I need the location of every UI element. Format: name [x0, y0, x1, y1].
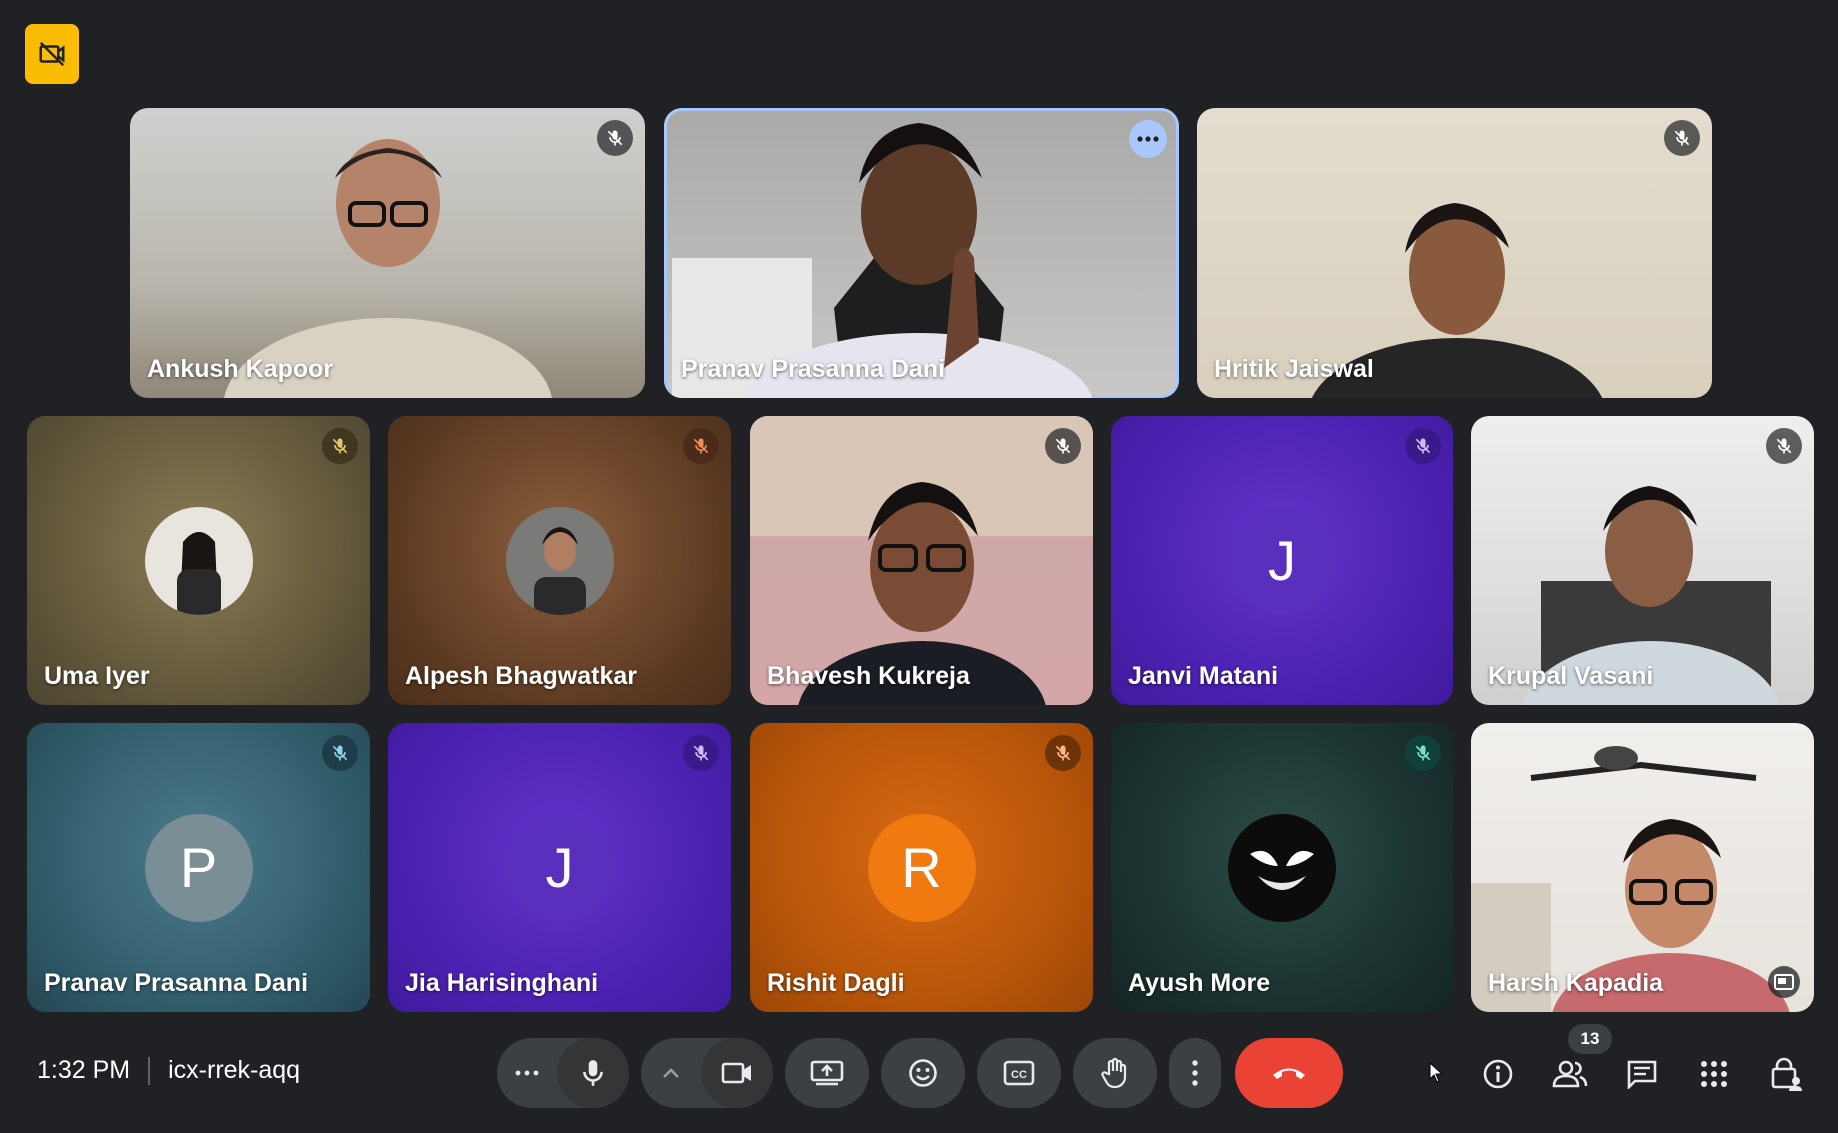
- emoji-icon: [909, 1059, 937, 1087]
- avatar-initial: J: [1228, 506, 1336, 615]
- participant-tile[interactable]: Ayush More: [1111, 723, 1453, 1012]
- participant-tile[interactable]: R Rishit Dagli: [750, 723, 1093, 1012]
- mic-muted-icon: [683, 428, 719, 464]
- participant-name: Janvi Matani: [1128, 662, 1279, 690]
- microphone-button[interactable]: [557, 1038, 629, 1108]
- present-button[interactable]: [785, 1038, 869, 1108]
- participant-name: Jia Harisinghani: [405, 969, 599, 997]
- mic-muted-icon: [597, 120, 633, 156]
- mic-muted-icon: [683, 735, 719, 771]
- participant-tile-active[interactable]: Pranav Prasanna Dani: [664, 108, 1179, 398]
- participant-name: Uma Iyer: [44, 662, 150, 690]
- participant-tile-self[interactable]: Harsh Kapadia: [1471, 723, 1814, 1012]
- leave-call-icon: [1273, 1068, 1305, 1079]
- participant-tile[interactable]: J Jia Harisinghani: [388, 723, 731, 1012]
- info-icon: [1483, 1059, 1513, 1089]
- people-count-badge: 13: [1568, 1024, 1612, 1054]
- chevron-up-icon: [663, 1068, 679, 1078]
- captions-icon: CC: [1003, 1060, 1035, 1086]
- camera-off-badge[interactable]: [25, 24, 79, 84]
- audio-control-group: [497, 1038, 629, 1108]
- avatar-photo: [505, 506, 614, 615]
- avatar-photo: [1228, 813, 1336, 922]
- microphone-icon: [583, 1060, 603, 1086]
- mic-muted-icon: [1664, 120, 1700, 156]
- picture-in-picture-icon[interactable]: [1768, 966, 1800, 998]
- mic-muted-icon: [1045, 735, 1081, 771]
- avatar-photo: [144, 506, 253, 615]
- clock-time: 1:32 PM: [37, 1056, 131, 1084]
- mic-muted-icon: [1766, 428, 1802, 464]
- participant-name: Bhavesh Kukreja: [767, 662, 970, 690]
- participant-name: Harsh Kapadia: [1488, 969, 1664, 997]
- more-vert-icon: [1192, 1060, 1198, 1086]
- avatar-initial: R: [867, 813, 976, 922]
- chat-icon: [1627, 1060, 1657, 1089]
- camera-button[interactable]: [701, 1038, 773, 1108]
- avatar-initial: P: [144, 813, 253, 922]
- participant-name: Pranav Prasanna Dani: [44, 969, 309, 997]
- activities-button[interactable]: [1692, 1052, 1736, 1096]
- participant-tile[interactable]: Hritik Jaiswal: [1197, 108, 1712, 398]
- meeting-details-button[interactable]: [1476, 1052, 1520, 1096]
- apps-grid-icon: [1701, 1061, 1727, 1087]
- participant-name: Rishit Dagli: [767, 969, 905, 997]
- participant-tile[interactable]: P Pranav Prasanna Dani: [27, 723, 370, 1012]
- participant-name: Pranav Prasanna Dani: [681, 355, 946, 383]
- avatar-initial-letter: P: [179, 836, 218, 899]
- participant-name: Alpesh Bhagwatkar: [405, 662, 638, 690]
- participant-name: Hritik Jaiswal: [1214, 355, 1374, 383]
- participant-name: Krupal Vasani: [1488, 662, 1654, 690]
- mic-muted-icon: [1405, 735, 1441, 771]
- chat-button[interactable]: [1620, 1052, 1664, 1096]
- no-video-feed-icon: [39, 41, 65, 67]
- participant-tile[interactable]: Alpesh Bhagwatkar: [388, 416, 731, 705]
- more-options-button[interactable]: [1169, 1038, 1221, 1108]
- mic-muted-icon: [322, 735, 358, 771]
- mouse-cursor-icon: [1429, 1062, 1444, 1083]
- participant-tile[interactable]: Bhavesh Kukreja: [750, 416, 1093, 705]
- raise-hand-button[interactable]: [1073, 1038, 1157, 1108]
- avatar-initial: J: [505, 813, 614, 922]
- people-icon: [1552, 1060, 1588, 1088]
- meeting-stage: Ankush Kapoor Pranav Prasanna Dani Hriti…: [0, 0, 1838, 1133]
- raise-hand-icon: [1101, 1057, 1127, 1089]
- leave-call-button[interactable]: [1235, 1038, 1343, 1108]
- more-options-icon[interactable]: [1129, 120, 1167, 158]
- avatar-initial-letter: R: [901, 836, 942, 899]
- more-options-icon: [515, 1070, 539, 1076]
- audio-options-button[interactable]: [497, 1038, 557, 1108]
- present-screen-icon: [810, 1060, 844, 1086]
- captions-button[interactable]: CC: [977, 1038, 1061, 1108]
- people-button[interactable]: [1548, 1052, 1592, 1096]
- participant-tile[interactable]: Ankush Kapoor: [130, 108, 645, 398]
- participant-name: Ayush More: [1128, 969, 1271, 997]
- mic-muted-icon: [1045, 428, 1081, 464]
- avatar-initial-letter: J: [545, 836, 574, 899]
- lock-person-icon: [1771, 1057, 1802, 1091]
- meeting-info: 1:32 PM icx-rrek-aqq: [37, 1056, 300, 1085]
- divider: [148, 1056, 151, 1085]
- camera-icon: [721, 1062, 751, 1084]
- participant-tile[interactable]: J Janvi Matani: [1111, 416, 1453, 705]
- mic-muted-icon: [1405, 428, 1441, 464]
- participant-tile[interactable]: Krupal Vasani: [1471, 416, 1814, 705]
- reactions-button[interactable]: [881, 1038, 965, 1108]
- mic-muted-icon: [322, 428, 358, 464]
- meeting-code: icx-rrek-aqq: [168, 1056, 301, 1084]
- participant-name: Ankush Kapoor: [147, 355, 334, 383]
- participant-tile[interactable]: Uma Iyer: [27, 416, 370, 705]
- avatar-initial-letter: J: [1268, 529, 1296, 592]
- host-controls-button[interactable]: [1764, 1052, 1808, 1096]
- svg-text:CC: CC: [1011, 1069, 1027, 1081]
- video-control-group: [641, 1038, 773, 1108]
- video-options-button[interactable]: [641, 1038, 701, 1108]
